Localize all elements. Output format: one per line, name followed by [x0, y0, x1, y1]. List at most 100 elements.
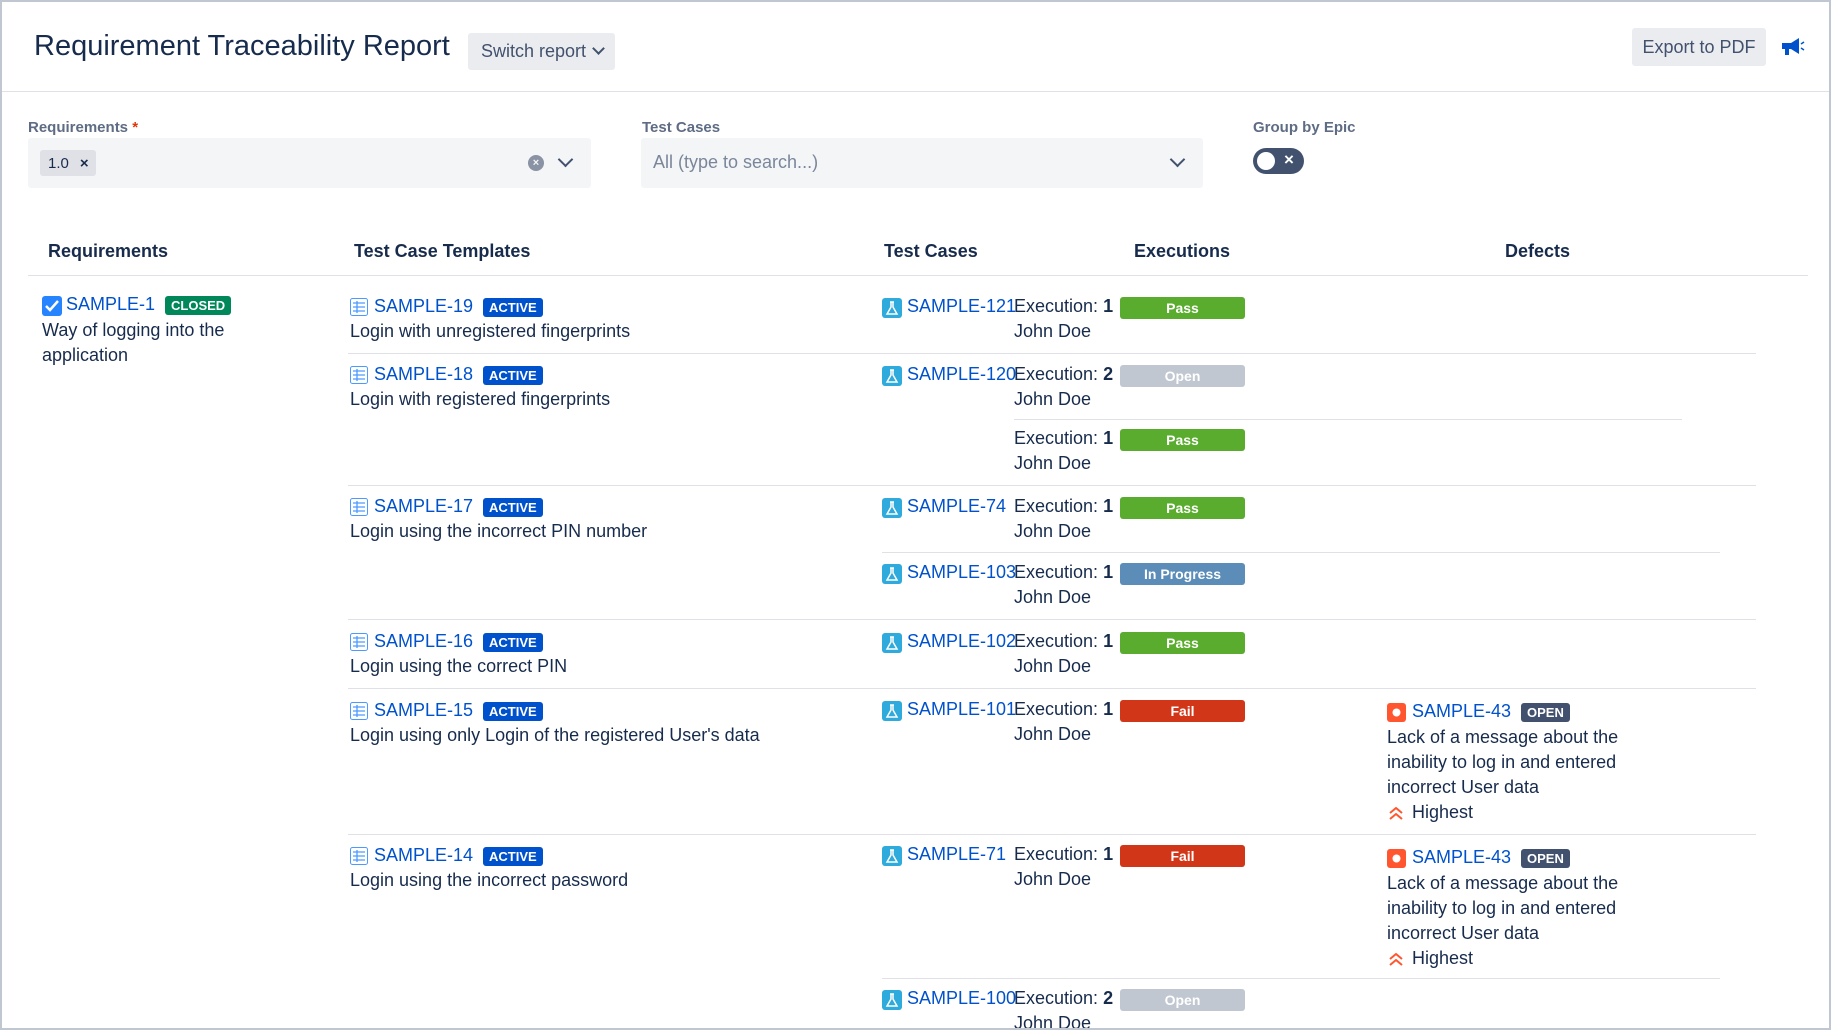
execution-user: John Doe — [1014, 587, 1092, 607]
execution-label-text: Execution: — [1014, 296, 1099, 316]
priority-highest-icon — [1389, 952, 1403, 966]
test-case-link[interactable]: SAMPLE-103 — [907, 562, 1016, 583]
execution-status[interactable]: Fail — [1120, 845, 1245, 867]
template-icon — [350, 702, 368, 720]
group-by-epic-toggle[interactable]: × — [1253, 148, 1304, 174]
template-status-badge: ACTIVE — [483, 847, 543, 866]
template-status-badge: ACTIVE — [483, 366, 543, 385]
chevron-down-icon[interactable] — [557, 151, 574, 168]
execution-label-text: Execution: — [1014, 562, 1099, 582]
defect-summary-line1: Lack of a message about the — [1387, 727, 1619, 747]
page-title: Requirement Traceability Report — [34, 30, 450, 62]
execution-label-text: Execution: — [1014, 364, 1099, 384]
execution-label-text: Execution: — [1014, 988, 1099, 1008]
defect-link[interactable]: SAMPLE-43 — [1412, 847, 1511, 868]
template-icon — [350, 498, 368, 516]
execution-user: John Doe — [1014, 869, 1092, 889]
test-case-icon — [882, 990, 902, 1010]
page-header: Requirement Traceability Report Switch r… — [2, 2, 1829, 92]
column-header-defects: Defects — [1505, 241, 1571, 261]
test-case-icon — [882, 564, 902, 584]
template-link[interactable]: SAMPLE-17 — [374, 496, 473, 517]
test-cases-placeholder: All (type to search...) — [653, 152, 819, 172]
template-icon — [350, 366, 368, 384]
export-pdf-button[interactable]: Export to PDF — [1632, 28, 1766, 66]
execution-label-text: Execution: — [1014, 496, 1099, 516]
template-summary: Login using the incorrect PIN number — [350, 521, 648, 541]
test-case-link[interactable]: SAMPLE-71 — [907, 844, 1006, 865]
defect-summary-line2: inability to log in and entered — [1387, 752, 1617, 772]
row-divider — [348, 485, 1756, 486]
template-link[interactable]: SAMPLE-18 — [374, 364, 473, 385]
defect-priority: Highest — [1412, 948, 1474, 968]
execution-status[interactable]: Pass — [1120, 297, 1245, 319]
execution-number: 1 — [1103, 631, 1114, 651]
toggle-knob — [1257, 152, 1275, 170]
test-case-link[interactable]: SAMPLE-74 — [907, 496, 1006, 517]
execution-label-text: Execution: — [1014, 631, 1099, 651]
requirement-tag-label: 1.0 — [48, 154, 69, 172]
chevron-down-icon[interactable] — [1169, 151, 1186, 168]
row-divider — [348, 353, 1756, 354]
execution-label: Execution: 1 — [1014, 699, 1113, 720]
execution-label: Execution: 1 — [1014, 844, 1113, 865]
requirement-status-badge: CLOSED — [165, 296, 232, 315]
remove-tag-icon[interactable]: × — [80, 155, 89, 172]
requirements-filter-label: Requirements * — [28, 119, 138, 136]
test-case-icon — [882, 846, 902, 866]
requirements-filter-label-text: Requirements — [28, 119, 129, 136]
execution-label: Execution: 2 — [1014, 364, 1113, 385]
execution-divider — [1014, 419, 1682, 420]
defect-priority: Highest — [1412, 802, 1474, 822]
execution-number: 2 — [1103, 988, 1114, 1008]
template-link[interactable]: SAMPLE-15 — [374, 700, 473, 721]
template-status-badge: ACTIVE — [483, 298, 543, 317]
column-header-requirements: Requirements — [48, 241, 169, 261]
template-link[interactable]: SAMPLE-19 — [374, 296, 473, 317]
template-icon — [350, 633, 368, 651]
chevron-down-icon — [592, 42, 605, 55]
execution-status[interactable]: Pass — [1120, 497, 1245, 519]
execution-number: 1 — [1103, 562, 1114, 582]
execution-status[interactable]: Open — [1120, 365, 1245, 387]
test-case-icon — [882, 298, 902, 318]
execution-number: 1 — [1103, 844, 1114, 864]
test-case-link[interactable]: SAMPLE-100 — [907, 988, 1016, 1009]
execution-status[interactable]: Fail — [1120, 700, 1245, 722]
template-link[interactable]: SAMPLE-14 — [374, 845, 473, 866]
test-case-link[interactable]: SAMPLE-102 — [907, 631, 1016, 652]
execution-status[interactable]: In Progress — [1120, 563, 1245, 585]
bug-icon — [1387, 849, 1406, 868]
megaphone-icon[interactable] — [1779, 34, 1805, 58]
template-summary: Login using the correct PIN — [350, 656, 568, 676]
switch-report-button[interactable]: Switch report — [468, 33, 615, 70]
report-window: Requirement Traceability Report Switch r… — [0, 0, 1831, 1030]
execution-status[interactable]: Open — [1120, 989, 1245, 1011]
bug-icon — [1387, 703, 1406, 722]
requirement-link[interactable]: SAMPLE-1 — [66, 294, 155, 315]
test-cases-select[interactable]: All (type to search...) — [641, 138, 1203, 188]
defect-summary-line3: incorrect User data — [1387, 777, 1540, 797]
clear-selection-icon[interactable]: × — [528, 155, 544, 171]
template-link[interactable]: SAMPLE-16 — [374, 631, 473, 652]
execution-status[interactable]: Pass — [1120, 632, 1245, 654]
defect-status-badge: OPEN — [1521, 703, 1570, 722]
template-summary: Login using the incorrect password — [350, 870, 629, 890]
defect-summary-line3: incorrect User data — [1387, 923, 1540, 943]
template-summary: Login using only Login of the registered… — [350, 725, 760, 745]
test-case-link[interactable]: SAMPLE-101 — [907, 699, 1016, 720]
execution-status[interactable]: Pass — [1120, 429, 1245, 451]
template-status-badge: ACTIVE — [483, 633, 543, 652]
execution-label: Execution: 1 — [1014, 562, 1113, 583]
defect-link[interactable]: SAMPLE-43 — [1412, 701, 1511, 722]
requirements-select[interactable]: 1.0 × × — [28, 138, 591, 188]
execution-label: Execution: 1 — [1014, 296, 1113, 317]
execution-label-text: Execution: — [1014, 428, 1099, 448]
test-case-icon — [882, 633, 902, 653]
execution-number: 1 — [1103, 496, 1114, 516]
template-icon — [350, 298, 368, 316]
column-header-templates: Test Case Templates — [354, 241, 531, 261]
test-case-link[interactable]: SAMPLE-121 — [907, 296, 1016, 317]
group-by-epic-label: Group by Epic — [1253, 119, 1356, 136]
test-case-link[interactable]: SAMPLE-120 — [907, 364, 1016, 385]
